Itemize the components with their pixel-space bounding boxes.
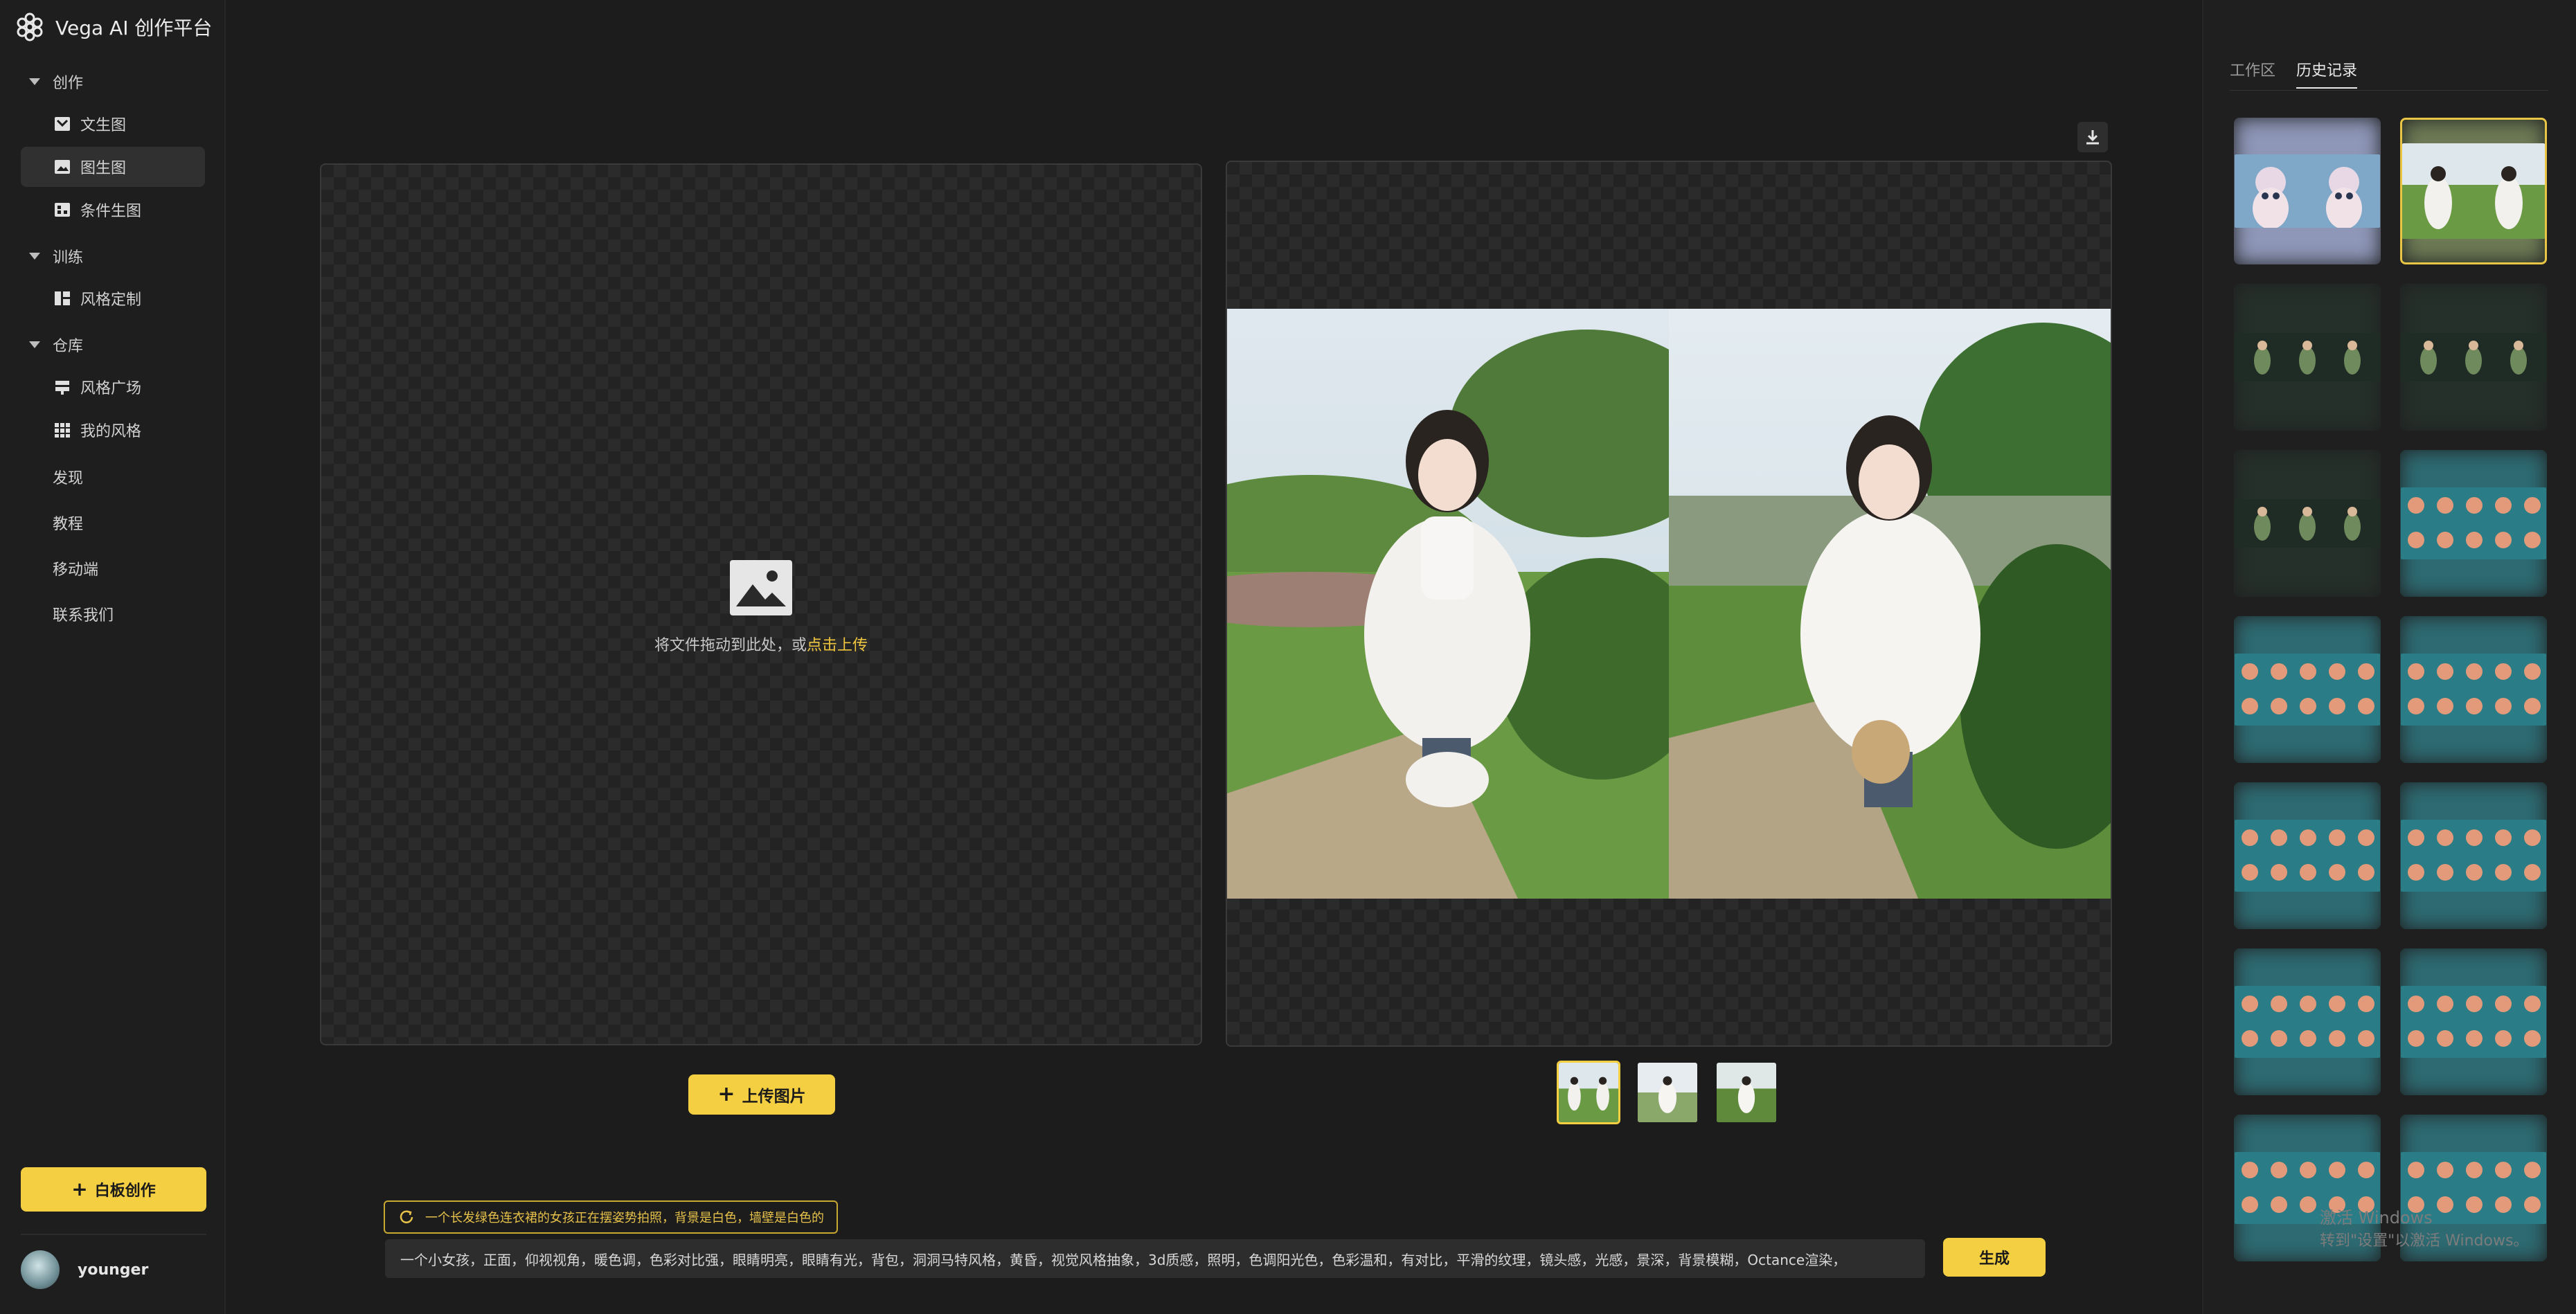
upload-instruction: 将文件拖动到此处，或点击上传	[321, 633, 1201, 655]
prompt-suggestion[interactable]: 一个长发绿色连衣裙的女孩正在摆姿势拍照，背景是白色，墙壁是白色的	[384, 1200, 838, 1234]
history-item[interactable]	[2400, 616, 2547, 763]
click-upload-link[interactable]: 点击上传	[807, 637, 868, 654]
sidebar-item-my-style[interactable]: 我的风格	[21, 410, 205, 450]
history-item[interactable]	[2234, 782, 2381, 929]
sidebar-item-label: 我的风格	[80, 423, 142, 440]
section-label: 训练	[53, 249, 84, 267]
divider	[21, 1234, 206, 1235]
grid-condition-icon	[55, 203, 70, 217]
prompt-input[interactable]: 一个小女孩，正面，仰视视角，暖色调，色彩对比强，眼睛明亮，眼睛有光，背包，洞洞马…	[385, 1239, 1925, 1278]
vega-logo-icon	[17, 12, 43, 42]
thumbnail-2[interactable]	[1636, 1061, 1699, 1124]
history-item[interactable]	[2400, 284, 2547, 431]
history-item[interactable]	[2400, 782, 2547, 929]
sidebar-link-contact[interactable]: 联系我们	[0, 591, 226, 637]
history-item[interactable]	[2234, 948, 2381, 1095]
sidebar-item-label: 文生图	[80, 117, 127, 134]
sidebar-item-style-custom[interactable]: 风格定制	[21, 278, 205, 318]
dashboard-icon	[55, 291, 70, 305]
history-item[interactable]	[2234, 284, 2381, 431]
sidebar-item-text2img[interactable]: 文生图	[21, 104, 205, 144]
username: younger	[78, 1261, 149, 1279]
upload-hint-text: 将文件拖动到此处，或	[654, 637, 807, 654]
result-thumbnails	[1557, 1061, 1778, 1124]
upload-button-label: 上传图片	[742, 1088, 806, 1106]
whiteboard-create-button[interactable]: + 白板创作	[21, 1167, 206, 1212]
sidebar-nav: 创作 文生图 图生图 条件生图 训练 风格定制 仓库 风格广场 我的风格 发现 …	[0, 62, 226, 637]
result-image-right	[1669, 309, 2111, 899]
user-profile[interactable]: younger	[21, 1250, 148, 1289]
sidebar: Vega AI 创作平台 创作 文生图 图生图 条件生图 训练 风格定制 仓库 …	[0, 0, 226, 1314]
sidebar-link-tutorial[interactable]: 教程	[0, 500, 226, 546]
sidebar-item-label: 条件生图	[80, 203, 142, 220]
whiteboard-button-label: 白板创作	[94, 1182, 156, 1200]
caret-down-icon	[29, 341, 40, 348]
sidebar-item-label: 风格定制	[80, 291, 142, 309]
section-label: 创作	[53, 75, 84, 92]
history-item[interactable]	[2234, 616, 2381, 763]
text-image-icon	[55, 117, 70, 131]
tab-history[interactable]: 历史记录	[2296, 58, 2358, 89]
plus-icon: +	[71, 1178, 88, 1200]
sidebar-item-img2img[interactable]: 图生图	[21, 147, 205, 187]
generate-button[interactable]: 生成	[1943, 1238, 2046, 1277]
upload-hint: 将文件拖动到此处，或点击上传	[321, 559, 1201, 655]
grid-icon	[55, 423, 70, 438]
thumbnail-3[interactable]	[1715, 1061, 1778, 1124]
panel-tabs: 工作区 历史记录	[2230, 58, 2358, 89]
app-logo[interactable]: Vega AI 创作平台	[14, 10, 212, 44]
plus-icon: +	[717, 1082, 735, 1106]
caret-down-icon	[29, 78, 40, 85]
sidebar-link-mobile[interactable]: 移动端	[0, 546, 226, 591]
refresh-icon[interactable]	[397, 1208, 415, 1226]
history-item[interactable]	[2234, 118, 2381, 264]
avatar[interactable]	[21, 1250, 60, 1289]
history-item[interactable]	[2234, 450, 2381, 597]
sidebar-item-style-square[interactable]: 风格广场	[21, 367, 205, 407]
upload-image-button[interactable]: + 上传图片	[688, 1074, 835, 1115]
caret-down-icon	[29, 253, 40, 260]
result-image[interactable]	[1227, 309, 2111, 899]
tab-workspace[interactable]: 工作区	[2230, 58, 2275, 89]
history-panel: 工作区 历史记录	[2202, 0, 2576, 1314]
windows-activation-watermark: 激活 Windows 转到"设置"以激活 Windows。	[2320, 1206, 2528, 1253]
section-repo[interactable]: 仓库	[0, 325, 226, 364]
sidebar-item-label: 风格广场	[80, 380, 142, 397]
prompt-text: 一个小女孩，正面，仰视视角，暖色调，色彩对比强，眼睛明亮，眼睛有光，背包，洞洞马…	[400, 1251, 1847, 1268]
thumbnail-1[interactable]	[1557, 1061, 1620, 1124]
result-image-left	[1227, 309, 1669, 899]
app-title: Vega AI 创作平台	[55, 17, 213, 39]
result-panel	[1226, 161, 2112, 1047]
sidebar-link-discover[interactable]: 发现	[0, 454, 226, 500]
history-item[interactable]	[2400, 948, 2547, 1095]
section-train[interactable]: 训练	[0, 237, 226, 276]
suggestion-text: 一个长发绿色连衣裙的女孩正在摆姿势拍照，背景是白色，墙壁是白色的	[425, 1211, 824, 1225]
history-item[interactable]	[2400, 450, 2547, 597]
sidebar-item-label: 图生图	[80, 160, 127, 177]
section-label: 仓库	[53, 338, 84, 355]
history-item-selected[interactable]	[2400, 118, 2547, 264]
signpost-icon	[55, 381, 69, 395]
download-button[interactable]	[2077, 122, 2108, 152]
image-icon	[55, 160, 70, 174]
image-placeholder-icon	[730, 560, 792, 615]
watermark-line2: 转到"设置"以激活 Windows。	[2320, 1232, 2529, 1250]
download-icon	[2086, 130, 2099, 145]
upload-dropzone[interactable]: 将文件拖动到此处，或点击上传	[320, 163, 1202, 1045]
section-create[interactable]: 创作	[0, 62, 226, 101]
divider	[2230, 90, 2548, 91]
sidebar-item-conditional[interactable]: 条件生图	[21, 190, 205, 230]
watermark-line1: 激活 Windows	[2320, 1208, 2433, 1227]
